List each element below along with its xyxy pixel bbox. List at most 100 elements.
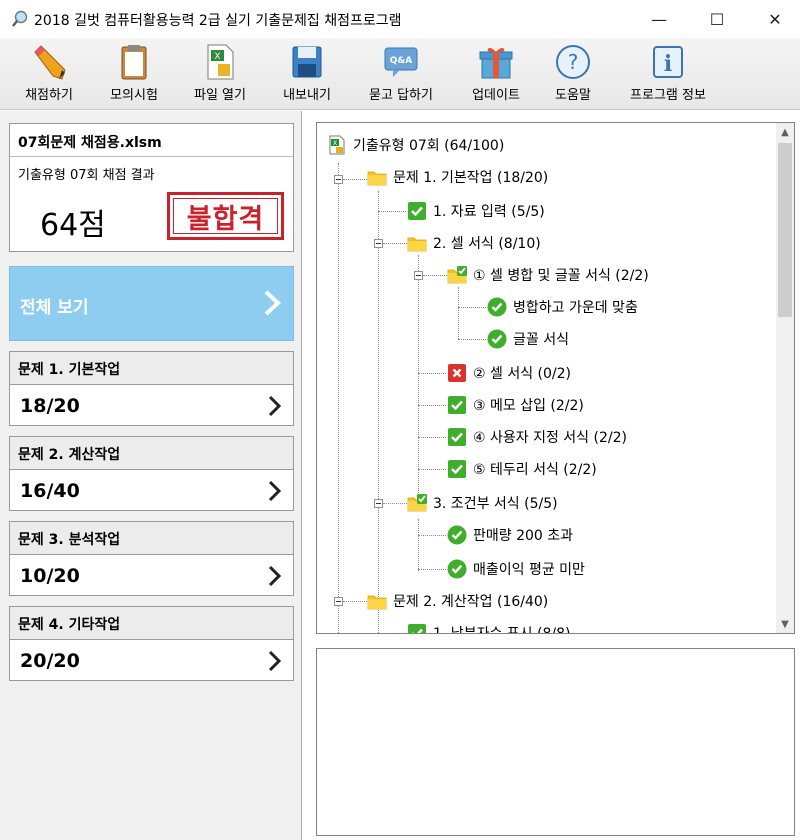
problem-4-card[interactable]: 문제 4. 기타작업 20/20 xyxy=(9,606,294,681)
scroll-down-arrow-icon[interactable]: ▼ xyxy=(776,615,794,633)
collapse-toggle[interactable] xyxy=(334,597,343,606)
tree-line xyxy=(458,307,486,308)
folder-check-icon xyxy=(447,265,467,285)
result-tree[interactable]: 기출유형 07회 (64/100) 문제 1. 기본작업 (18/20) 1. … xyxy=(316,122,795,634)
tree-line xyxy=(343,179,367,180)
problem-3-card[interactable]: 문제 3. 분석작업 10/20 xyxy=(9,521,294,596)
program-info-button[interactable]: i 프로그램 정보 xyxy=(614,42,722,106)
tree-line xyxy=(338,163,339,633)
result-label: 기출유형 07회 채점 결과 xyxy=(18,168,155,183)
open-file-button[interactable]: X 파일 열기 xyxy=(180,42,260,106)
qa-bubble-icon: Q&A xyxy=(384,47,418,77)
tree-line xyxy=(418,469,446,470)
tree-node-profit-under[interactable]: 매출이익 평균 미만 xyxy=(447,557,585,581)
tree-node-label: 기출유형 07회 (64/100) xyxy=(353,138,505,154)
tree-line xyxy=(418,535,446,536)
tree-node-label: ② 셀 서식 (0/2) xyxy=(473,366,571,382)
tree-node-label: 판매량 200 초과 xyxy=(473,528,574,544)
check-square-icon xyxy=(447,427,467,447)
update-label: 업데이트 xyxy=(472,88,520,103)
collapse-toggle[interactable] xyxy=(414,271,423,280)
save-disk-icon xyxy=(292,46,322,78)
program-info-label: 프로그램 정보 xyxy=(630,88,706,103)
tree-node-memo[interactable]: ③ 메모 삽입 (2/2) xyxy=(447,393,584,417)
tree-line xyxy=(458,287,459,339)
help-button[interactable]: ? 도움말 xyxy=(538,42,608,106)
tree-line xyxy=(378,211,406,212)
all-view-label: 전체 보기 xyxy=(20,298,89,318)
scroll-thumb[interactable] xyxy=(778,143,792,317)
tree-node-cell-format[interactable]: 2. 셀 서식 (8/10) xyxy=(407,231,541,255)
update-button[interactable]: 업데이트 xyxy=(458,42,534,106)
chevron-right-icon xyxy=(268,650,282,672)
tree-node-label: ④ 사용자 지정 서식 (2/2) xyxy=(473,430,627,446)
left-panel: 07회문제 채점용.xlsm 기출유형 07회 채점 결과 64점 불합격 전체… xyxy=(0,111,302,840)
check-square-icon xyxy=(407,201,427,221)
tree-line xyxy=(418,405,446,406)
tree-node-problem-2[interactable]: 문제 2. 계산작업 (16/40) xyxy=(367,589,548,613)
grade-label: 채점하기 xyxy=(25,88,73,103)
window-title: 2018 길벗 컴퓨터활용능력 2급 실기 기출문제집 채점프로그램 xyxy=(34,13,402,29)
collapse-toggle[interactable] xyxy=(374,499,383,508)
problem-1-title: 문제 1. 기본작업 xyxy=(10,352,293,385)
mock-exam-button[interactable]: 모의시험 xyxy=(98,42,170,106)
grade-button[interactable]: 채점하기 xyxy=(10,42,88,106)
tree-line xyxy=(383,243,407,244)
app-magnifier-icon xyxy=(12,10,28,27)
problem-1-card[interactable]: 문제 1. 기본작업 18/20 xyxy=(9,351,294,426)
tree-line xyxy=(343,601,367,602)
qa-button[interactable]: Q&A 묻고 답하기 xyxy=(354,42,448,106)
tree-node-custom-format[interactable]: ④ 사용자 지정 서식 (2/2) xyxy=(447,425,627,449)
tree-node-data-entry[interactable]: 1. 자료 입력 (5/5) xyxy=(407,199,545,223)
tree-node-font-format[interactable]: 글꼴 서식 xyxy=(487,327,569,351)
chevron-right-icon xyxy=(264,290,281,316)
check-square-icon xyxy=(407,623,427,634)
chevron-right-icon xyxy=(268,565,282,587)
tree-node-label: 1. 남부자수 표시 (8/8) xyxy=(433,626,571,634)
vertical-scrollbar[interactable]: ▲ ▼ xyxy=(776,123,794,633)
problem-2-title: 문제 2. 계산작업 xyxy=(10,437,293,470)
minimize-button[interactable]: — xyxy=(636,0,682,38)
tree-line xyxy=(378,191,379,633)
tree-line xyxy=(418,519,419,571)
check-square-icon xyxy=(447,395,467,415)
close-button[interactable]: ✕ xyxy=(752,0,798,38)
help-label: 도움말 xyxy=(555,88,591,103)
tree-node-conditional[interactable]: 3. 조건부 서식 (5/5) xyxy=(407,491,558,515)
tree-node-label: 매출이익 평균 미만 xyxy=(473,562,585,578)
tree-node-merge-font[interactable]: ① 셀 병합 및 글꼴 서식 (2/2) xyxy=(447,263,649,287)
tree-node-label: 문제 1. 기본작업 (18/20) xyxy=(393,170,549,186)
tree-node-merge-center[interactable]: 병합하고 가운데 맞춤 xyxy=(487,295,638,319)
problem-2-card[interactable]: 문제 2. 계산작업 16/40 xyxy=(9,436,294,511)
collapse-toggle[interactable] xyxy=(334,175,343,184)
chevron-right-icon xyxy=(268,395,282,417)
pencil-icon xyxy=(34,45,66,80)
tree-node-cell-format-2[interactable]: ② 셀 서식 (0/2) xyxy=(447,361,571,385)
tree-node-sales-over[interactable]: 판매량 200 초과 xyxy=(447,523,573,547)
excel-file-icon xyxy=(327,135,347,155)
tree-node-label: 문제 2. 계산작업 (16/40) xyxy=(393,594,549,610)
score-summary-card: 07회문제 채점용.xlsm 기출유형 07회 채점 결과 64점 불합격 xyxy=(9,123,294,252)
problem-2-score: 16/40 xyxy=(20,480,80,502)
all-view-button[interactable]: 전체 보기 xyxy=(9,266,294,341)
help-icon: ? xyxy=(556,45,590,79)
export-button[interactable]: 내보내기 xyxy=(270,42,344,106)
tree-root[interactable]: 기출유형 07회 (64/100) xyxy=(327,133,504,157)
tree-node-border[interactable]: ⑤ 테두리 서식 (2/2) xyxy=(447,457,597,481)
toolbar: 채점하기 모의시험 X 파일 열기 내보내기 Q&A 묻고 답하기 업데이트 ?… xyxy=(0,38,800,110)
tree-node-label: 2. 셀 서식 (8/10) xyxy=(433,236,541,252)
open-file-label: 파일 열기 xyxy=(194,88,246,103)
scroll-up-arrow-icon[interactable]: ▲ xyxy=(776,123,794,141)
chevron-right-icon xyxy=(268,480,282,502)
svg-text:X: X xyxy=(214,52,220,62)
tree-node-label: 병합하고 가운데 맞춤 xyxy=(513,300,638,316)
tree-node-problem-1[interactable]: 문제 1. 기본작업 (18/20) xyxy=(367,165,548,189)
tree-node-p2-1[interactable]: 1. 남부자수 표시 (8/8) xyxy=(407,621,571,634)
tree-line xyxy=(418,373,446,374)
divider xyxy=(10,156,293,157)
tree-line xyxy=(418,569,446,570)
maximize-button[interactable]: ☐ xyxy=(694,0,740,38)
tree-node-label: 1. 자료 입력 (5/5) xyxy=(433,204,545,220)
file-name: 07회문제 채점용.xlsm xyxy=(18,135,162,151)
collapse-toggle[interactable] xyxy=(374,239,383,248)
